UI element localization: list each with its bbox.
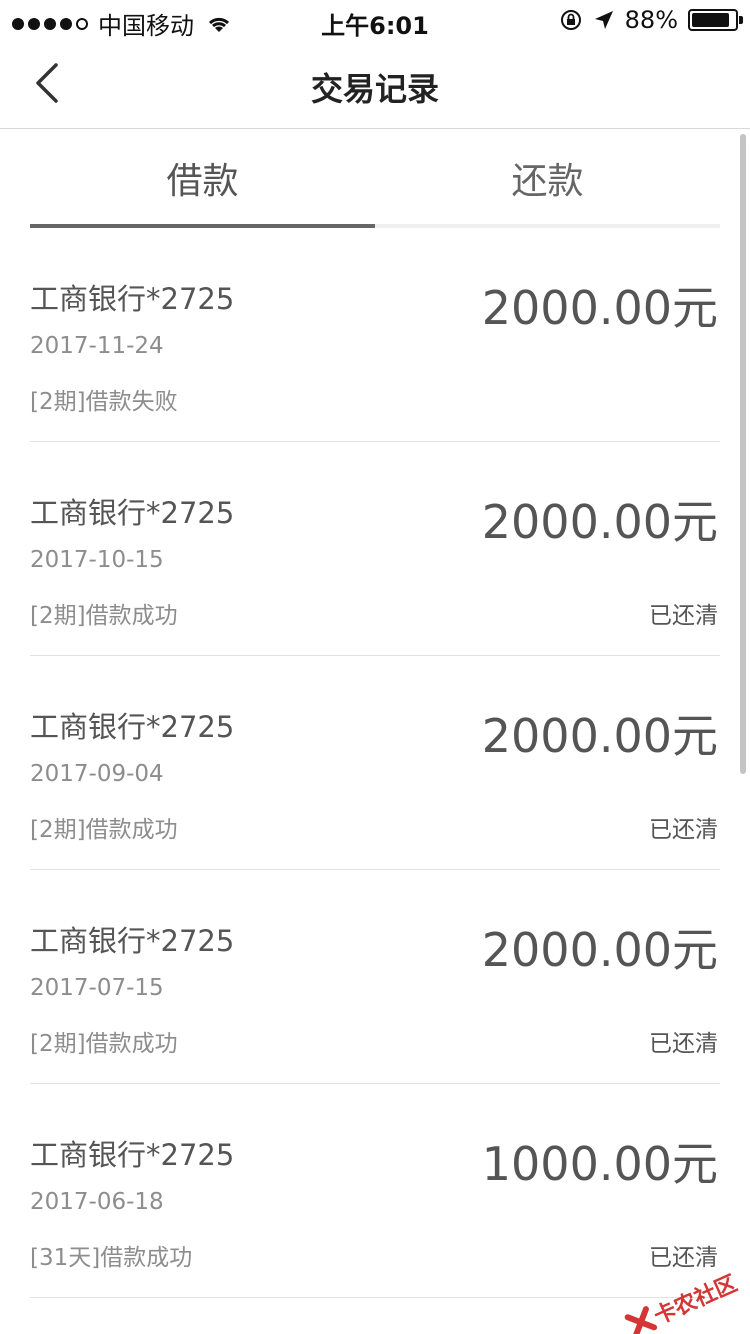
- repayment-status: 已还清: [649, 1031, 718, 1057]
- page-title: 交易记录: [310, 70, 439, 108]
- screen: 中国移动 上午6:01 88% 交易记录 借款 还款 工商银行*2725 201…: [0, 0, 750, 1334]
- transaction-item[interactable]: 工商银行*2725 2017-06-18 [31天]借款成功 1000.00元 …: [30, 1084, 720, 1298]
- transaction-amount: 1000.00元: [481, 1137, 718, 1191]
- transaction-list: 工商银行*2725 2017-11-24 [2期]借款失败 2000.00元 工…: [30, 228, 720, 1298]
- transaction-item[interactable]: 工商银行*2725 2017-11-24 [2期]借款失败 2000.00元: [30, 228, 720, 442]
- scrollbar[interactable]: [740, 134, 746, 774]
- transaction-description: [31天]借款成功: [30, 1245, 193, 1271]
- bank-card: 工商银行*2725: [30, 710, 235, 744]
- tab-borrow[interactable]: 借款: [30, 152, 375, 204]
- transaction-amount: 2000.00元: [481, 709, 718, 763]
- transaction-description: [2期]借款成功: [30, 817, 178, 843]
- transaction-amount: 2000.00元: [481, 923, 718, 977]
- transaction-date: 2017-11-24: [30, 333, 164, 359]
- bank-card: 工商银行*2725: [30, 282, 235, 316]
- transaction-date: 2017-09-04: [30, 761, 164, 787]
- transaction-item[interactable]: 工商银行*2725 2017-10-15 [2期]借款成功 2000.00元 已…: [30, 442, 720, 656]
- bank-card: 工商银行*2725: [30, 924, 235, 958]
- tab-bar: 借款 还款: [30, 128, 720, 228]
- transaction-item[interactable]: 工商银行*2725 2017-09-04 [2期]借款成功 2000.00元 已…: [30, 656, 720, 870]
- location-arrow-icon: [594, 11, 613, 29]
- transaction-description: [2期]借款成功: [30, 603, 178, 629]
- battery-percent: 88%: [624, 6, 678, 34]
- transaction-date: 2017-10-15: [30, 547, 164, 573]
- transaction-date: 2017-06-18: [30, 1189, 164, 1215]
- transaction-amount: 2000.00元: [481, 495, 718, 549]
- repayment-status: 已还清: [649, 817, 718, 843]
- rotation-lock-icon: [560, 10, 581, 30]
- repayment-status: 已还清: [649, 603, 718, 629]
- status-bar-right: 88%: [559, 6, 743, 34]
- transaction-date: 2017-07-15: [30, 975, 164, 1001]
- transaction-amount: 2000.00元: [481, 281, 718, 335]
- repayment-status: 已还清: [649, 1245, 718, 1271]
- transaction-item[interactable]: 工商银行*2725 2017-07-15 [2期]借款成功 2000.00元 已…: [30, 870, 720, 1084]
- transaction-description: [2期]借款失败: [30, 389, 178, 415]
- status-bar: 中国移动 上午6:01 88%: [0, 0, 750, 40]
- battery-icon: [688, 9, 743, 31]
- tab-repay[interactable]: 还款: [375, 152, 720, 204]
- bank-card: 工商银行*2725: [30, 496, 235, 530]
- bank-card: 工商银行*2725: [30, 1138, 235, 1172]
- navigation-bar: 交易记录: [0, 40, 750, 129]
- transaction-description: [2期]借款成功: [30, 1031, 178, 1057]
